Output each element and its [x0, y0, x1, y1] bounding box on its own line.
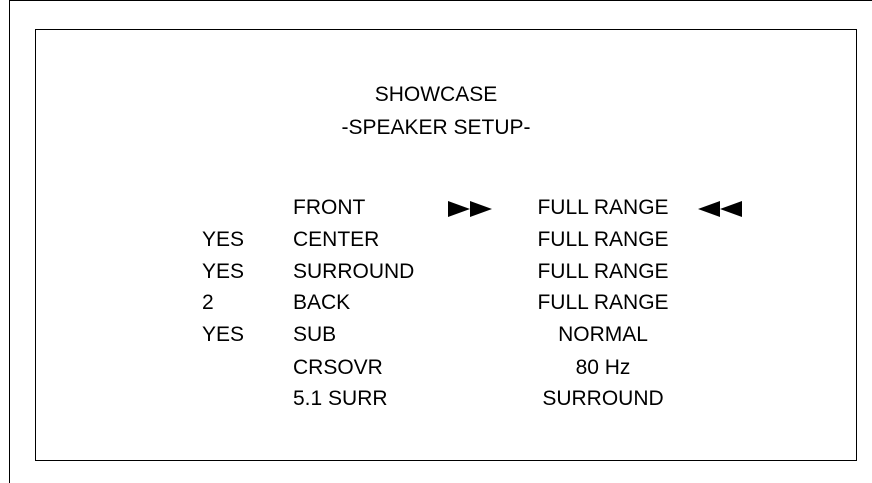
row-label: SURROUND — [293, 260, 415, 283]
row-value[interactable]: FULL RANGE — [511, 256, 695, 287]
menu-row-sub[interactable]: YES SUB NORMAL — [0, 319, 872, 350]
row-value[interactable]: 80 Hz — [511, 352, 695, 383]
row-value[interactable]: SURROUND — [511, 383, 695, 414]
row-value[interactable]: FULL RANGE — [511, 192, 695, 223]
double-right-triangle-icon — [448, 201, 496, 217]
row-status: YES — [202, 323, 245, 346]
row-value[interactable]: FULL RANGE — [511, 224, 695, 255]
row-label: CRSOVR — [293, 356, 383, 379]
row-status: 2 — [202, 291, 214, 314]
row-value[interactable]: FULL RANGE — [511, 287, 695, 318]
row-label: FRONT — [293, 196, 366, 219]
screen-title: SHOWCASE — [374, 83, 498, 106]
row-label: 5.1 SURR — [293, 387, 388, 410]
menu-row-back[interactable]: 2 BACK FULL RANGE — [0, 287, 872, 318]
row-label: CENTER — [293, 228, 380, 251]
menu-row-center[interactable]: YES CENTER FULL RANGE — [0, 224, 872, 255]
row-label: SUB — [293, 323, 337, 346]
page-top-rule — [9, 0, 872, 1]
double-left-triangle-icon — [698, 201, 746, 217]
menu-row-5-1-surr[interactable]: 5.1 SURR SURROUND — [0, 383, 872, 414]
menu-row-front[interactable]: FRONT FULL RANGE — [0, 192, 872, 223]
row-status: YES — [202, 260, 245, 283]
row-label: BACK — [293, 291, 351, 314]
screen-subtitle: -SPEAKER SETUP- — [341, 116, 531, 139]
row-status: YES — [202, 228, 245, 251]
menu-row-surround[interactable]: YES SURROUND FULL RANGE — [0, 256, 872, 287]
row-value[interactable]: NORMAL — [511, 319, 695, 350]
menu-row-crossover[interactable]: CRSOVR 80 Hz — [0, 352, 872, 383]
